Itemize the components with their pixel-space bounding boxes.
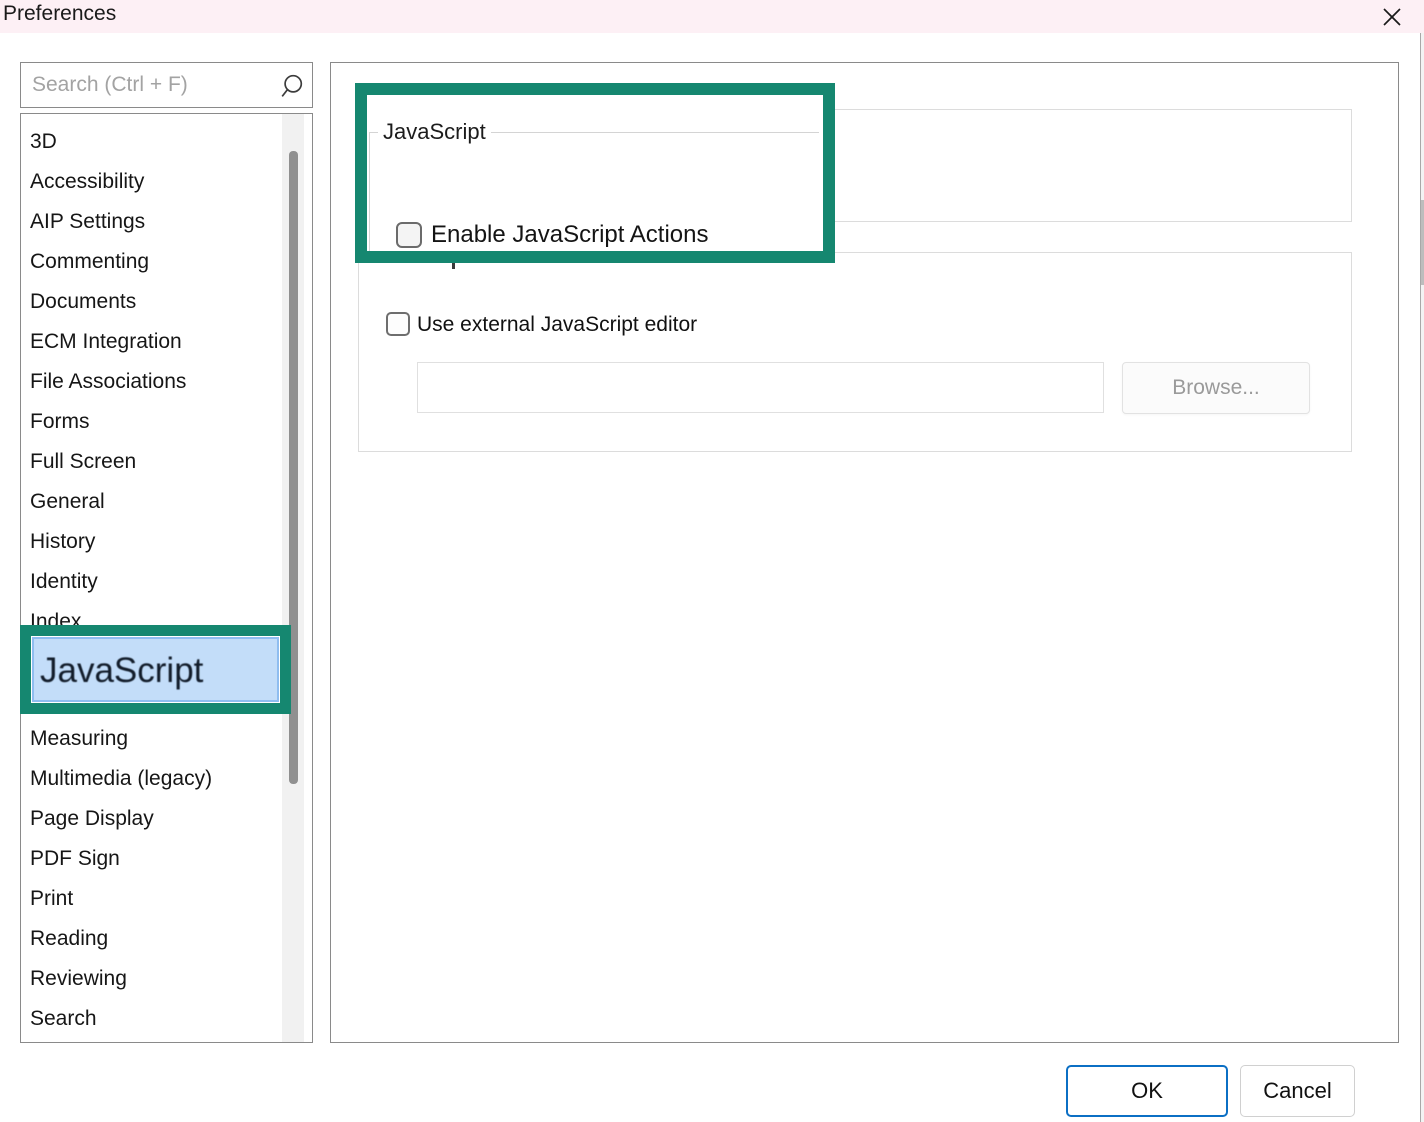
category-list-items: 3D Accessibility AIP Settings Commenting…: [21, 122, 312, 1039]
search-icon: [277, 72, 305, 100]
ok-button[interactable]: OK: [1066, 1065, 1228, 1117]
javascript-editor-groupbox: [358, 252, 1352, 452]
sidebar-item-identity[interactable]: Identity: [21, 562, 312, 602]
search-input[interactable]: [21, 63, 312, 107]
dialog-titlebar: Preferences: [0, 0, 1424, 33]
sidebar-item-forms[interactable]: Forms: [21, 402, 312, 442]
sidebar-item-commenting[interactable]: Commenting: [21, 242, 312, 282]
sidebar-item-aip-settings[interactable]: AIP Settings: [21, 202, 312, 242]
enable-javascript-actions-checkbox[interactable]: [396, 222, 422, 248]
cancel-button-label: Cancel: [1263, 1078, 1331, 1104]
javascript-groupbox-border: JavaScript Enable JavaScript Actions: [369, 132, 819, 251]
magnified-javascript-group: JavaScript Enable JavaScript Actions: [367, 95, 823, 251]
clipped-legend-fragment: [452, 263, 455, 269]
sidebar-item-page-display[interactable]: Page Display: [21, 799, 312, 839]
sidebar-item-multimedia-legacy[interactable]: Multimedia (legacy): [21, 759, 312, 799]
sidebar-item-javascript-label: JavaScript: [40, 651, 203, 691]
sidebar-item-full-screen[interactable]: Full Screen: [21, 442, 312, 482]
window-edge-scrollbar[interactable]: [1420, 33, 1424, 1122]
use-external-editor-checkbox[interactable]: [386, 312, 410, 336]
sidebar-item-3d[interactable]: 3D: [21, 122, 312, 162]
sidebar-item-file-associations[interactable]: File Associations: [21, 362, 312, 402]
browse-button[interactable]: Browse...: [1122, 362, 1310, 414]
sidebar-item-general[interactable]: General: [21, 482, 312, 522]
sidebar-item-documents[interactable]: Documents: [21, 282, 312, 322]
close-icon: [1380, 5, 1404, 29]
browse-button-label: Browse...: [1172, 376, 1260, 400]
editor-path-input[interactable]: [417, 362, 1104, 413]
sidebar-item-accessibility[interactable]: Accessibility: [21, 162, 312, 202]
sidebar-item-reviewing[interactable]: Reviewing: [21, 959, 312, 999]
sidebar-item-history[interactable]: History: [21, 522, 312, 562]
sidebar-item-reading[interactable]: Reading: [21, 919, 312, 959]
javascript-group-legend: JavaScript: [378, 119, 491, 145]
sidebar-item-measuring[interactable]: Measuring: [21, 719, 312, 759]
sidebar-item-ecm-integration[interactable]: ECM Integration: [21, 322, 312, 362]
close-button[interactable]: [1374, 0, 1410, 33]
dialog-title: Preferences: [3, 2, 116, 26]
annotation-box-sidebar-javascript: JavaScript: [20, 625, 291, 714]
use-external-editor-label: Use external JavaScript editor: [417, 313, 697, 337]
cancel-button[interactable]: Cancel: [1240, 1065, 1355, 1117]
sidebar-item-javascript-selected[interactable]: JavaScript: [32, 637, 279, 702]
search-box: [20, 62, 313, 108]
preferences-category-list: 3D Accessibility AIP Settings Commenting…: [20, 113, 313, 1043]
annotation-box-javascript-group: JavaScript Enable JavaScript Actions: [355, 83, 835, 263]
sidebar-item-pdf-sign[interactable]: PDF Sign: [21, 839, 312, 879]
sidebar-item-print[interactable]: Print: [21, 879, 312, 919]
enable-javascript-actions-label: Enable JavaScript Actions: [431, 221, 709, 249]
ok-button-label: OK: [1131, 1078, 1163, 1104]
sidebar-item-search[interactable]: Search: [21, 999, 312, 1039]
